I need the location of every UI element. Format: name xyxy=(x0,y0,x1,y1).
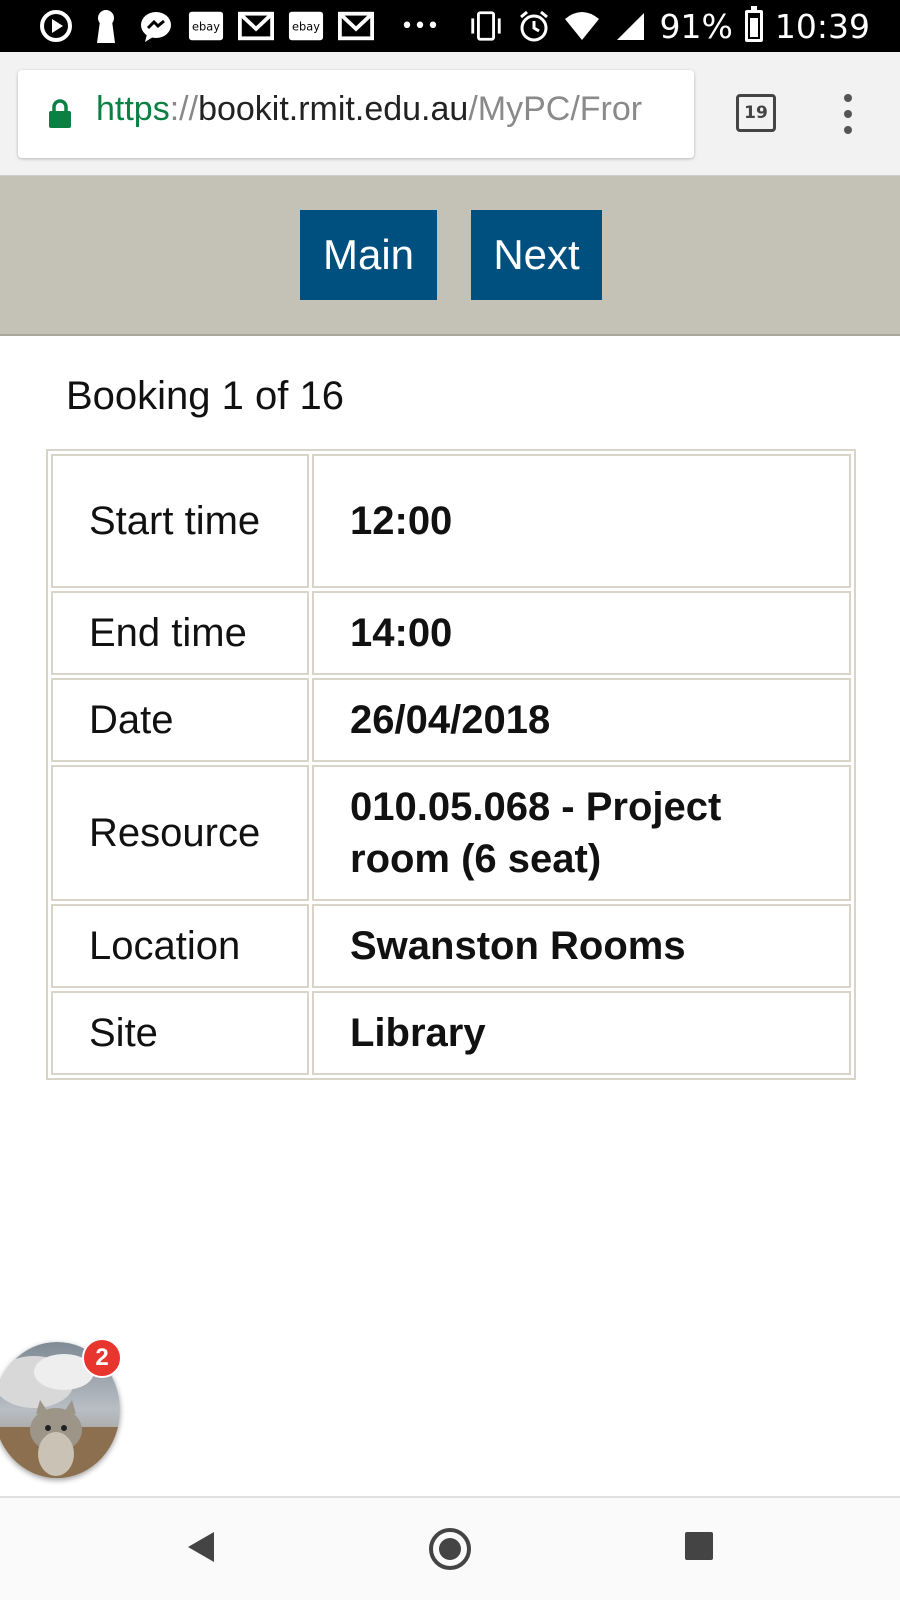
lock-icon xyxy=(49,99,71,128)
chat-head-badge: 2 xyxy=(82,1338,122,1378)
tab-switcher-button[interactable]: 19 xyxy=(736,94,776,132)
row-value: 010.05.068 - Project room (6 seat) xyxy=(312,765,851,901)
url-text[interactable]: https://bookit.rmit.edu.au/MyPC/Fror xyxy=(96,90,642,129)
system-nav-bar xyxy=(0,1496,900,1600)
row-value: 26/04/2018 xyxy=(312,678,851,762)
row-label: Location xyxy=(51,904,309,988)
address-bar[interactable]: https://bookit.rmit.edu.au/MyPC/Fror xyxy=(18,70,694,158)
gmail-icon xyxy=(338,8,374,44)
booking-heading: Booking 1 of 16 xyxy=(66,374,344,418)
home-icon[interactable] xyxy=(429,1528,471,1570)
ebay-icon: ebay xyxy=(288,8,324,44)
messenger-icon xyxy=(138,8,174,44)
status-right: 91% 10:39 xyxy=(468,0,870,52)
table-row: Start time 12:00 xyxy=(51,454,851,588)
row-value: Library xyxy=(312,991,851,1075)
table-row: Site Library xyxy=(51,991,851,1075)
more-dots-icon: ••• xyxy=(400,13,440,39)
table-row: End time 14:00 xyxy=(51,591,851,675)
battery-percent: 91% xyxy=(659,6,733,46)
battery-icon xyxy=(744,6,763,42)
play-icon xyxy=(38,8,74,44)
row-label: Resource xyxy=(51,765,309,901)
row-label: End time xyxy=(51,591,309,675)
browser-toolbar: https://bookit.rmit.edu.au/MyPC/Fror 19 xyxy=(0,52,900,176)
row-value: Swanston Rooms xyxy=(312,904,851,988)
alarm-icon xyxy=(516,8,552,44)
row-label: Date xyxy=(51,678,309,762)
keyhole-icon xyxy=(88,8,124,44)
overflow-menu-button[interactable] xyxy=(836,94,860,134)
signal-icon xyxy=(612,8,648,44)
ebay-icon: ebay xyxy=(188,8,224,44)
recents-icon[interactable] xyxy=(685,1532,713,1560)
page-nav-band: Main Next xyxy=(0,176,900,336)
back-icon[interactable] xyxy=(186,1530,216,1564)
vibrate-icon xyxy=(468,8,504,44)
next-button[interactable]: Next xyxy=(471,210,602,300)
svg-text:ebay: ebay xyxy=(292,20,320,34)
url-separator: :// xyxy=(169,90,199,128)
url-host: bookit.rmit.edu.au xyxy=(198,90,469,128)
svg-text:ebay: ebay xyxy=(192,20,220,34)
booking-details-table: Start time 12:00 End time 14:00 Date 26/… xyxy=(46,449,856,1080)
url-scheme: https xyxy=(96,90,170,128)
table-row: Resource 010.05.068 - Project room (6 se… xyxy=(51,765,851,901)
menu-dot-icon xyxy=(844,110,852,118)
menu-dot-icon xyxy=(844,94,852,102)
table-row: Date 26/04/2018 xyxy=(51,678,851,762)
status-bar: ebay ebay ••• 91% 10:39 xyxy=(0,0,900,52)
row-value: 12:00 xyxy=(312,454,851,588)
wifi-icon xyxy=(564,8,600,44)
url-path: /MyPC/Fror xyxy=(468,90,643,128)
row-label: Start time xyxy=(51,454,309,588)
clock: 10:39 xyxy=(774,6,870,46)
main-button[interactable]: Main xyxy=(300,210,437,300)
menu-dot-icon xyxy=(844,126,852,134)
notification-icons: ebay ebay ••• xyxy=(38,8,440,44)
row-label: Site xyxy=(51,991,309,1075)
gmail-icon xyxy=(238,8,274,44)
row-value: 14:00 xyxy=(312,591,851,675)
table-row: Location Swanston Rooms xyxy=(51,904,851,988)
